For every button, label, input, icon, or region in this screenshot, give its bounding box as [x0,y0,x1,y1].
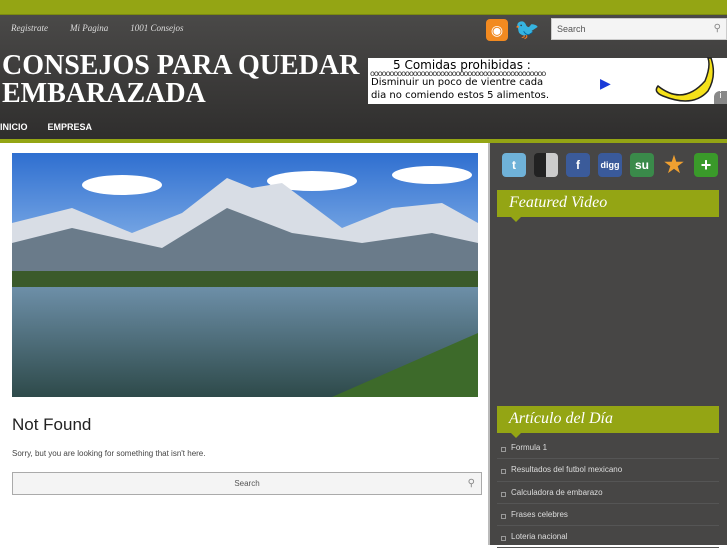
search-placeholder: Search [234,479,260,488]
mountain-lake-image [12,153,478,397]
list-item[interactable]: Calculadora de embarazo [497,482,719,504]
list-item[interactable]: Resultados del futbol mexicano [497,459,719,482]
search-placeholder: Search [557,24,586,34]
nav-inicio[interactable]: INICIO [0,122,28,132]
link-1001-consejos[interactable]: 1001 Consejos [130,23,183,33]
search-icon[interactable]: ⚲ [468,473,475,494]
top-accent-bar [0,0,727,15]
list-item[interactable]: Frases celebres [497,504,719,527]
digg-icon[interactable]: digg [598,153,622,177]
favorite-star-icon[interactable]: ★ [662,153,686,177]
ad-line-1: Disminuir un poco de vientre cada [371,77,544,88]
search-icon[interactable]: ⚲ [714,23,721,34]
banana-image [655,57,715,102]
site-title[interactable]: CONSEJOS PARA QUEDAR EMBARAZADA [2,52,372,108]
rss-icon[interactable]: ◉ [486,19,508,41]
delicious-icon[interactable] [534,153,558,177]
article-of-day-title: Artículo del Día [497,406,719,438]
main-nav: INICIO EMPRESA [0,122,92,132]
featured-video-title: Featured Video [497,190,719,222]
add-icon[interactable]: + [694,153,718,177]
play-arrow-icon: ▶ [600,76,611,92]
link-registrate[interactable]: Registrate [11,23,48,33]
ad-info-icon[interactable]: i [714,91,727,104]
ad-line-2: dia no comiendo estos 5 alimentos. [371,90,550,101]
nav-empresa[interactable]: EMPRESA [48,122,93,132]
top-links: Registrate Mi Pagina 1001 Consejos [11,23,184,33]
link-mi-pagina[interactable]: Mi Pagina [70,23,108,33]
list-item[interactable]: Formula 1 [497,437,719,460]
page-heading: Not Found [12,415,92,434]
main-search-input[interactable]: Search ⚲ [12,472,482,495]
facebook-icon[interactable]: f [566,153,590,177]
twitter-bird-icon[interactable]: 🐦 [514,18,540,42]
sidebar: t f digg su ★ + Featured Video Artículo … [488,143,727,548]
article-list: Formula 1 Resultados del futbol mexicano… [497,437,719,548]
search-input[interactable]: Search ⚲ [551,18,727,40]
ad-banner[interactable]: 5 Comidas prohibidas : ooooooooooooooooo… [368,57,727,104]
stumbleupon-icon[interactable]: su [630,153,654,177]
twitter-icon[interactable]: t [502,153,526,177]
not-found-message: Sorry, but you are looking for something… [12,449,206,458]
social-icons: t f digg su ★ + [502,153,718,177]
